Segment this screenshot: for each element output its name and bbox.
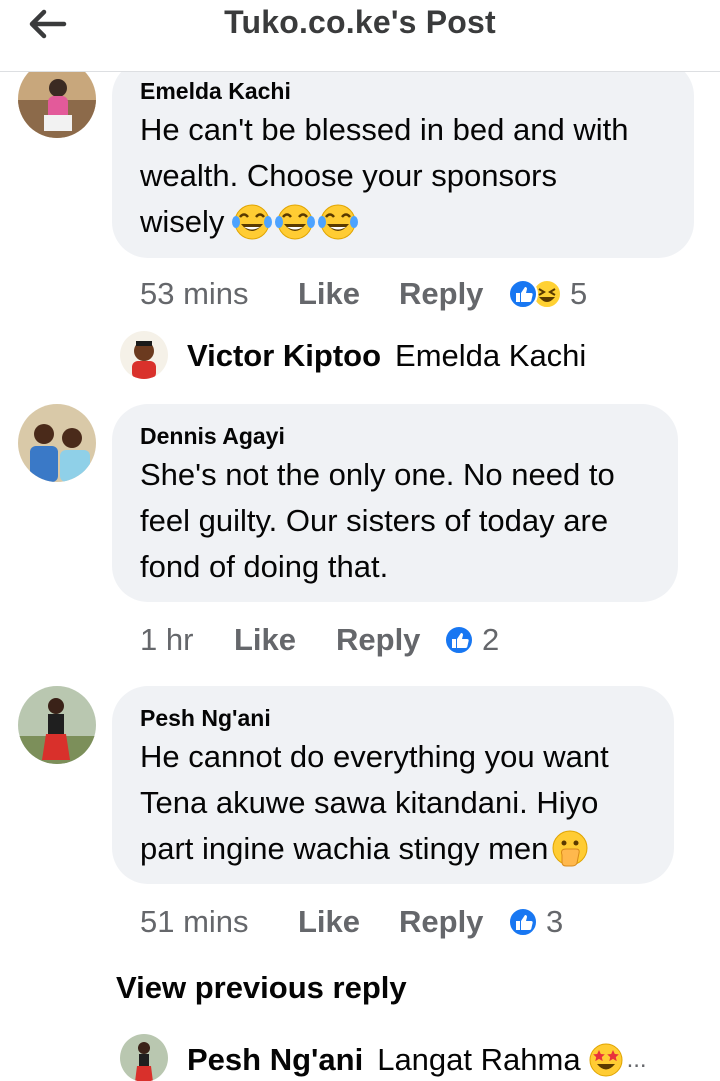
like-reaction-icon [444, 625, 474, 655]
comment-text: He cannot do everything you want Tena ak… [140, 734, 670, 872]
reaction-count: 2 [482, 622, 500, 657]
comment-author[interactable]: Dennis Agayi [140, 423, 285, 450]
avatar[interactable] [18, 686, 96, 764]
reply-button[interactable]: Reply [399, 276, 483, 312]
comment-line: He can't be blessed in bed and with [140, 112, 629, 147]
top-bar: Tuko.co.ke's Post [0, 0, 720, 72]
view-previous-replies-link[interactable]: View previous reply [116, 970, 407, 1006]
comment-time[interactable]: 53 mins [140, 276, 249, 312]
reaction-summary[interactable]: 5 [508, 276, 587, 312]
reply-button[interactable]: Reply [336, 622, 420, 658]
reaction-count: 5 [570, 276, 588, 311]
comment-time[interactable]: 1 hr [140, 622, 193, 658]
page-title: Tuko.co.ke's Post [224, 4, 496, 40]
tears-of-joy-emoji-icon [232, 202, 359, 242]
reply-button[interactable]: Reply [399, 904, 483, 940]
comment-line: She's not the only one. No need to [140, 457, 615, 492]
like-reaction-icon [508, 907, 538, 937]
reply-author[interactable]: Pesh Ng'ani [187, 1042, 363, 1078]
comment-time[interactable]: 51 mins [140, 904, 249, 940]
comment-author[interactable]: Pesh Ng'ani [140, 705, 271, 732]
comment-line-text: part ingine wachia stingy men [140, 831, 549, 866]
like-button[interactable]: Like [298, 276, 360, 312]
star-struck-emoji-icon [587, 1041, 625, 1079]
like-reaction-icon [508, 279, 538, 309]
reaction-summary[interactable]: 3 [508, 904, 563, 940]
reply-text: Emelda Kachi [395, 338, 587, 373]
comment-line: He cannot do everything you want [140, 739, 609, 774]
comment-line-text: wisely [140, 204, 225, 239]
reply-author[interactable]: Victor Kiptoo [187, 338, 381, 374]
comment-author[interactable]: Emelda Kachi [140, 78, 291, 105]
comment-text: She's not the only one. No need to feel … [140, 452, 680, 590]
hand-over-mouth-emoji-icon [550, 829, 590, 869]
avatar[interactable] [120, 331, 168, 379]
comment-text: He can't be blessed in bed and with weal… [140, 107, 690, 245]
reaction-count: 3 [546, 904, 564, 939]
like-button[interactable]: Like [234, 622, 296, 658]
reply-preview[interactable]: Victor Kiptoo Emelda Kachi [187, 336, 586, 376]
truncation-ellipsis: ... [626, 1046, 647, 1073]
like-button[interactable]: Like [298, 904, 360, 940]
avatar[interactable] [18, 404, 96, 482]
comment-line: part ingine wachia stingy men [140, 826, 670, 872]
comment-line: Tena akuwe sawa kitandani. Hiyo [140, 785, 599, 820]
comment-line: fond of doing that. [140, 549, 389, 584]
reply-preview[interactable]: Pesh Ng'ani Langat Rahma ... [187, 1040, 647, 1080]
avatar[interactable] [120, 1034, 168, 1081]
comment-line: wisely [140, 199, 690, 245]
reaction-summary[interactable]: 2 [444, 622, 499, 658]
reply-text: Langat Rahma [377, 1042, 581, 1077]
comment-line: feel guilty. Our sisters of today are [140, 503, 609, 538]
comment-line: wealth. Choose your sponsors [140, 158, 558, 193]
